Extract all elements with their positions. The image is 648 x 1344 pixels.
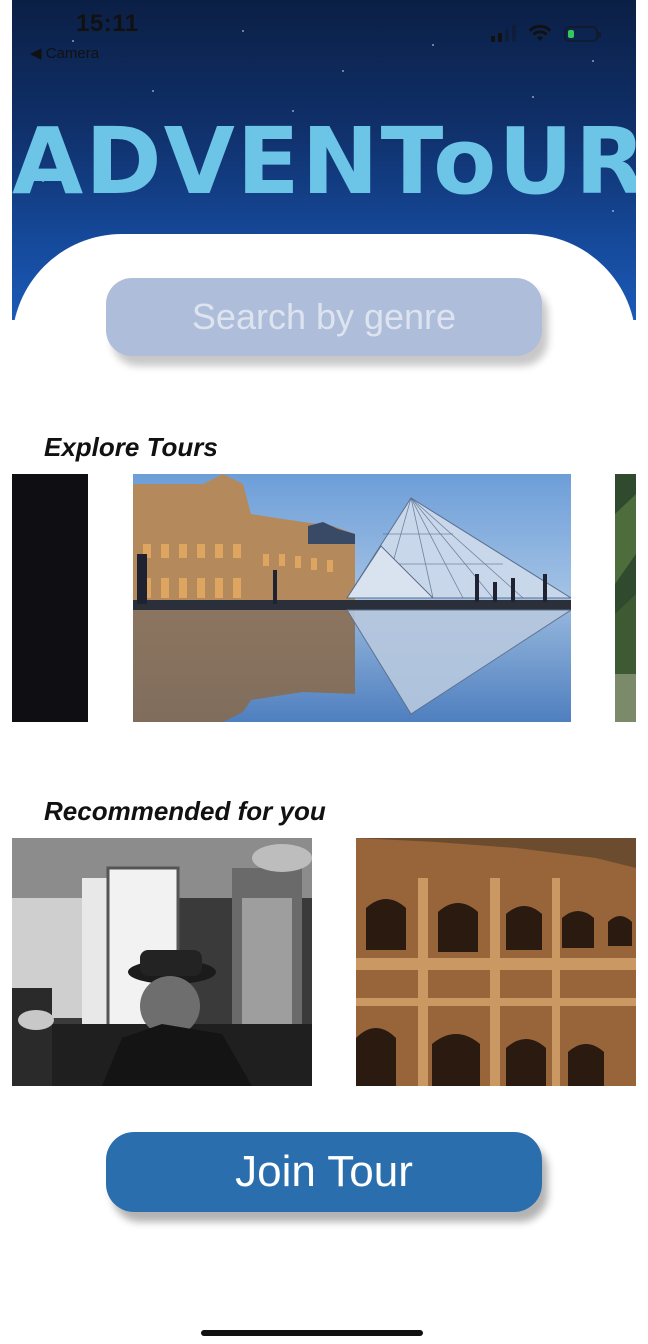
status-time: 15:11 (76, 10, 139, 37)
status-icons (491, 24, 601, 42)
join-tour-button[interactable]: Join Tour (106, 1132, 542, 1212)
explore-tours-heading: Explore Tours (44, 432, 218, 462)
tour-card-next[interactable] (615, 474, 636, 722)
battery-icon (564, 26, 601, 42)
search-input[interactable]: Search by genre (106, 278, 542, 356)
back-to-camera-link[interactable]: ◀ Camera (30, 44, 99, 62)
app-screen: 15:11 ◀ Camera ADVENToUR Search by genre… (12, 0, 636, 1344)
tour-card-previous[interactable] (12, 474, 88, 722)
wifi-icon (528, 24, 552, 41)
app-logo: ADVENToUR (12, 108, 636, 215)
home-indicator[interactable] (201, 1330, 423, 1336)
signal-icon (491, 24, 516, 42)
status-bar: 15:11 ◀ Camera (12, 0, 636, 62)
recommended-card-noir[interactable] (12, 838, 312, 1086)
recommended-card-colosseum[interactable] (356, 838, 636, 1086)
tour-card-louvre[interactable] (133, 474, 571, 722)
recommended-heading: Recommended for you (44, 796, 326, 826)
